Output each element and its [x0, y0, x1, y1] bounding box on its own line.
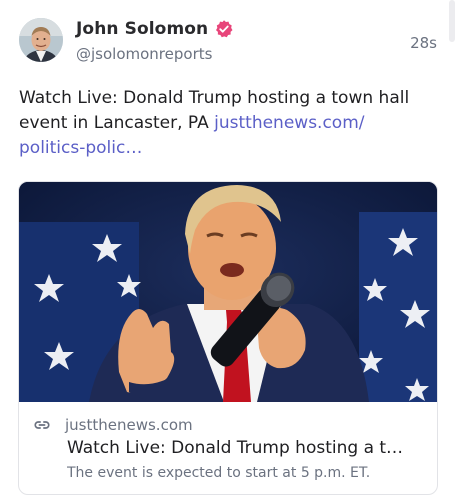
link-card[interactable]: justthenews.com Watch Live: Donald Trump… [18, 181, 438, 495]
scrollbar[interactable] [449, 0, 455, 42]
avatar-image [19, 18, 63, 62]
post-header: John Solomon @jsolomonreports 28s [19, 16, 437, 68]
link-card-photo [19, 182, 437, 402]
post-text: Watch Live: Donald Trump hosting a town … [19, 86, 419, 161]
post[interactable]: John Solomon @jsolomonreports 28s Watch … [0, 0, 455, 500]
link-card-description: The event is expected to start at 5 p.m.… [67, 465, 371, 481]
name-row: John Solomon [76, 16, 234, 42]
link-card-title[interactable]: Watch Live: Donald Trump hosting a t… [67, 438, 427, 458]
author-display-name[interactable]: John Solomon [76, 19, 208, 39]
link-card-image [19, 182, 437, 402]
avatar[interactable] [19, 18, 63, 62]
verified-badge-icon [216, 20, 233, 38]
link-card-meta: justthenews.com Watch Live: Donald Trump… [19, 402, 437, 494]
link-icon [34, 421, 50, 429]
link-card-domain: justthenews.com [65, 416, 193, 434]
author-info: John Solomon @jsolomonreports [76, 16, 234, 63]
post-timestamp[interactable]: 28s [410, 34, 437, 52]
author-handle[interactable]: @jsolomonreports [76, 45, 234, 63]
link-card-domain-row: justthenews.com [33, 416, 193, 434]
